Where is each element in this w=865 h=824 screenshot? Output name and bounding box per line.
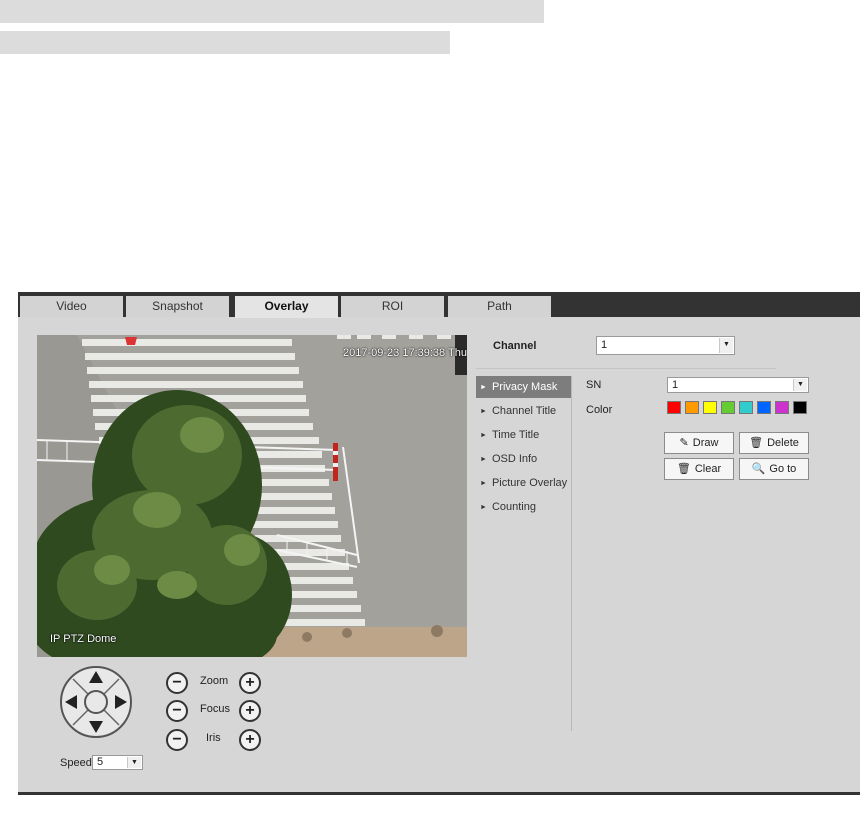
sn-select-value: 1	[672, 379, 679, 391]
video-channel-name-osd: IP PTZ Dome	[50, 633, 117, 645]
ptz-center-button[interactable]	[85, 691, 107, 713]
tab-overlay[interactable]: Overlay	[235, 296, 338, 318]
tab-roi[interactable]: ROI	[341, 296, 444, 317]
tab-bar: Video Snapshot Overlay ROI Path	[18, 292, 860, 318]
overlay-menu: ► Privacy Mask ► Channel Title ► Time Title…	[476, 376, 572, 731]
caret-right-icon: ►	[480, 456, 487, 463]
iris-open-button[interactable]: +	[239, 729, 261, 751]
menu-item-picture-overlay[interactable]: ► Picture Overlay	[476, 472, 571, 494]
zoom-label: Zoom	[200, 675, 229, 687]
channel-select[interactable]: 1 ▼	[596, 336, 735, 355]
caret-right-icon: ►	[480, 432, 487, 439]
focus-label: Focus	[200, 703, 230, 715]
caret-right-icon: ►	[480, 480, 487, 487]
focus-near-button[interactable]: −	[166, 700, 188, 722]
menu-item-osd-info[interactable]: ► OSD Info	[476, 448, 571, 470]
chevron-down-icon: ▼	[127, 757, 141, 768]
menu-item-label: Channel Title	[491, 405, 557, 417]
zoom-out-button[interactable]: −	[166, 672, 188, 694]
draw-button-label: Draw	[692, 437, 719, 449]
sn-select[interactable]: 1 ▼	[667, 377, 809, 393]
focus-far-button[interactable]: +	[239, 700, 261, 722]
trash-icon: 🗑	[749, 437, 764, 449]
delete-button[interactable]: 🗑 Delete	[739, 432, 809, 454]
zoom-in-button[interactable]: +	[239, 672, 261, 694]
color-swatch[interactable]	[703, 401, 717, 414]
iris-label: Iris	[206, 732, 221, 744]
goto-button[interactable]: 🔍 Go to	[739, 458, 809, 480]
menu-item-label: Privacy Mask	[491, 381, 558, 393]
draw-button[interactable]: ✎ Draw	[664, 432, 734, 454]
menu-item-label: OSD Info	[491, 453, 538, 465]
chevron-down-icon: ▼	[793, 379, 807, 391]
clear-button[interactable]: 🗑 Clear	[664, 458, 734, 480]
delete-button-label: Delete	[767, 437, 799, 449]
tab-video[interactable]: Video	[20, 296, 123, 317]
trash-icon: 🗑	[676, 463, 691, 475]
tab-path[interactable]: Path	[448, 296, 551, 317]
sn-label: SN	[586, 379, 602, 391]
menu-item-label: Counting	[491, 501, 536, 513]
pan-right-arrow-icon[interactable]	[115, 695, 127, 709]
section-divider	[476, 368, 776, 369]
caret-right-icon: ►	[480, 408, 487, 415]
pencil-icon: ✎	[679, 437, 689, 449]
color-swatch[interactable]	[757, 401, 771, 414]
menu-item-channel-title[interactable]: ► Channel Title	[476, 400, 571, 422]
color-swatch[interactable]	[739, 401, 753, 414]
live-video-preview[interactable]: 2017-09-23 17:39:38 Thu IP PTZ Dome	[37, 335, 467, 657]
menu-item-time-title[interactable]: ► Time Title	[476, 424, 571, 446]
color-swatch[interactable]	[775, 401, 789, 414]
pan-left-arrow-icon[interactable]	[65, 695, 77, 709]
iris-close-button[interactable]: −	[166, 729, 188, 751]
ptz-direction-pad	[60, 666, 132, 738]
speed-select[interactable]: 5 ▼	[92, 755, 143, 770]
menu-item-label: Time Title	[491, 429, 540, 441]
speed-select-value: 5	[97, 756, 104, 768]
color-swatch[interactable]	[793, 401, 807, 414]
channel-select-value: 1	[601, 339, 608, 351]
tab-snapshot[interactable]: Snapshot	[126, 296, 229, 317]
chevron-down-icon: ▼	[719, 338, 733, 353]
channel-label: Channel	[493, 340, 537, 352]
caret-right-icon: ►	[480, 504, 487, 511]
color-swatch[interactable]	[721, 401, 735, 414]
menu-item-counting[interactable]: ► Counting	[476, 496, 571, 518]
caret-right-icon: ►	[480, 384, 487, 391]
redacted-header-line-2	[0, 31, 450, 54]
speed-label: Speed	[60, 757, 92, 769]
video-frame-image	[37, 335, 467, 657]
redacted-header-line-1	[0, 0, 544, 23]
search-icon: 🔍	[751, 463, 766, 475]
video-timestamp-osd: 2017-09-23 17:39:38 Thu	[343, 347, 467, 359]
pan-down-arrow-icon[interactable]	[89, 721, 103, 733]
pan-up-arrow-icon[interactable]	[89, 671, 103, 683]
menu-item-label: Picture Overlay	[491, 477, 568, 489]
goto-button-label: Go to	[769, 463, 797, 475]
clear-button-label: Clear	[694, 463, 722, 475]
menu-item-privacy-mask[interactable]: ► Privacy Mask	[476, 376, 571, 398]
color-swatch[interactable]	[685, 401, 699, 414]
color-label: Color	[586, 404, 613, 416]
overlay-settings-panel: Video Snapshot Overlay ROI Path 2017-09-…	[18, 292, 860, 795]
color-swatch[interactable]	[667, 401, 681, 414]
